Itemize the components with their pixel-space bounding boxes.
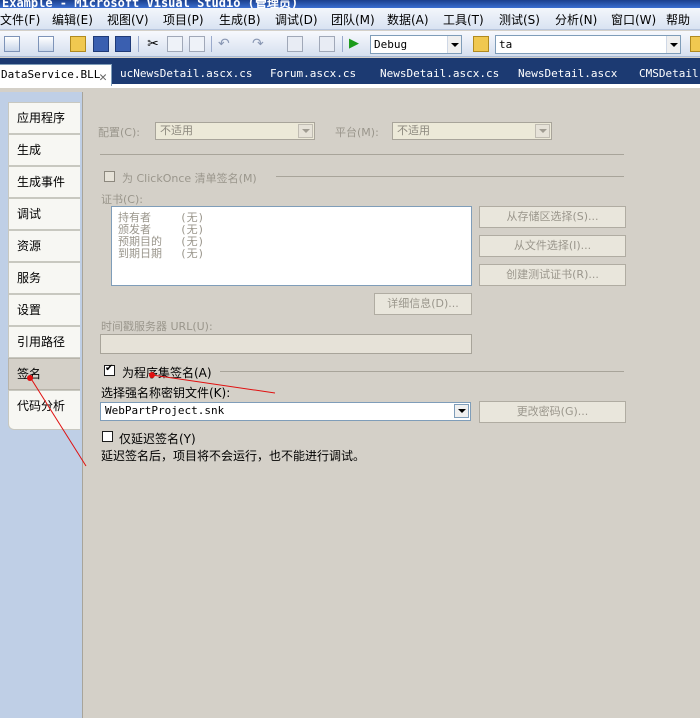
add-item-icon[interactable] [38,36,54,52]
platform-value: 不适用 [397,124,430,137]
doc-tab-forum-ascx-cs[interactable]: Forum.ascx.cs [268,64,356,86]
chevron-down-icon[interactable] [535,124,550,138]
certificate-label: 证书(C): [101,193,143,206]
doc-tab-dataservice-bll[interactable]: DataService.BLL ✕ [0,64,112,86]
side-tab-resources[interactable]: 资源 [8,230,80,262]
menu-edit[interactable]: 编辑(E) [52,11,93,28]
delay-sign-label: 仅延迟签名(Y) [119,432,196,446]
side-tab-services[interactable]: 服务 [8,262,80,294]
menu-analyze[interactable]: 分析(N) [555,11,597,28]
delay-sign-checkbox[interactable] [102,431,113,442]
configuration-select[interactable]: 不适用 [155,122,315,140]
copy-icon[interactable] [167,36,183,52]
undo-icon[interactable]: ↶ [218,36,234,52]
clickonce-sign-label: 为 ClickOnce 清单签名(M) [122,172,257,185]
solution-configuration-select[interactable]: Debug [370,35,462,54]
divider [100,154,624,155]
menu-file[interactable]: 文件(F) [0,11,40,28]
timestamp-server-label: 时间戳服务器 URL(U): [101,320,213,333]
solution-configuration-value: Debug [374,38,408,51]
doc-tab-ucnewsdetail-ascx-cs[interactable]: ucNewsDetail.ascx.cs [118,64,252,86]
chevron-down-icon[interactable] [454,404,469,418]
doc-tab-label: DataService.BLL [1,68,101,81]
toolbar-separator [211,36,212,52]
menu-tools[interactable]: 工具(T) [443,11,484,28]
doc-tab-cmsdetail[interactable]: CMSDetail. [637,64,700,86]
title-bar: Example - Microsoft Visual Studio (管理员) [0,0,700,8]
navigate-backward-icon[interactable] [287,36,303,52]
window-title: Example - Microsoft Visual Studio (管理员) [2,0,299,8]
find-combo-value: ta [499,38,513,51]
menu-help[interactable]: 帮助 [666,11,690,28]
navigate-forward-icon[interactable] [319,36,335,52]
new-project-icon[interactable] [4,36,20,52]
clickonce-sign-checkbox[interactable] [104,171,115,182]
menu-test[interactable]: 测试(S) [499,11,540,28]
delay-sign-note: 延迟签名后，项目将不会运行，也不能进行调试。 [101,449,366,463]
menu-build[interactable]: 生成(B) [219,11,261,28]
platform-label: 平台(M): [335,126,379,139]
toolbar-overflow-icon[interactable] [690,36,700,52]
change-password-button[interactable]: 更改密码(G)... [479,401,626,423]
side-tab-reference-paths[interactable]: 引用路径 [8,326,80,358]
doc-tab-newsdetail-ascx[interactable]: NewsDetail.ascx [516,64,617,86]
side-tab-signing[interactable]: 签名 [8,358,80,390]
side-tab-code-analysis[interactable]: 代码分析 [8,390,80,430]
divider [276,176,624,177]
chevron-down-icon[interactable] [666,36,680,53]
cut-icon[interactable]: ✂ [145,36,161,52]
side-tab-build-events[interactable]: 生成事件 [8,166,80,198]
timestamp-server-input[interactable] [100,334,472,354]
side-tab-build[interactable]: 生成 [8,134,80,166]
certificate-details-box: 持有者 (无) 颁发者 (无) 预期目的 (无) 到期日期 (无) [111,206,472,286]
side-tab-debug[interactable]: 调试 [8,198,80,230]
find-in-files-icon[interactable] [473,36,489,52]
close-icon[interactable]: ✕ [99,68,107,88]
find-combo[interactable]: ta [495,35,681,54]
create-test-certificate-button[interactable]: 创建测试证书(R)... [479,264,626,286]
chevron-down-icon[interactable] [447,36,461,53]
toolbar-separator [342,36,343,52]
redo-icon[interactable]: ↷ [252,36,268,52]
key-file-value: WebPartProject.snk [105,404,225,417]
save-icon[interactable] [93,36,109,52]
menu-bar: 文件(F) 编辑(E) 视图(V) 项目(P) 生成(B) 调试(D) 团队(M… [0,8,700,30]
key-file-select[interactable]: WebPartProject.snk [100,402,471,421]
menu-team[interactable]: 团队(M) [331,11,375,28]
sign-assembly-label: 为程序集签名(A) [122,366,212,380]
menu-project[interactable]: 项目(P) [163,11,204,28]
menu-window[interactable]: 窗口(W) [611,11,656,28]
cert-key-expiration: 到期日期 [118,247,162,260]
doc-tab-newsdetail-ascx-cs[interactable]: NewsDetail.ascx.cs [378,64,499,86]
menu-debug[interactable]: 调试(D) [275,11,318,28]
side-tab-application[interactable]: 应用程序 [8,102,80,134]
configuration-label: 配置(C): [98,126,140,139]
more-details-button[interactable]: 详细信息(D)... [374,293,472,315]
paste-icon[interactable] [189,36,205,52]
signing-page: 配置(C): 不适用 平台(M): 不适用 为 ClickOnce 清单签名(M… [82,92,700,718]
select-from-store-button[interactable]: 从存储区选择(S)... [479,206,626,228]
divider [220,371,624,372]
document-tab-bar: DataService.BLL ✕ ucNewsDetail.ascx.cs F… [0,58,700,88]
menu-view[interactable]: 视图(V) [107,11,149,28]
save-all-icon[interactable] [115,36,131,52]
property-pages-tab-strip: 应用程序 生成 生成事件 调试 资源 服务 设置 引用路径 签名 代码分析 [0,92,82,718]
key-file-label: 选择强名称密钥文件(K): [101,386,231,400]
side-tab-settings[interactable]: 设置 [8,294,80,326]
configuration-value: 不适用 [160,124,193,137]
cert-value-expiration: (无) [180,247,205,260]
select-from-file-button[interactable]: 从文件选择(I)... [479,235,626,257]
open-folder-icon[interactable] [70,36,86,52]
toolbar-separator [138,36,139,52]
platform-select[interactable]: 不适用 [392,122,552,140]
start-debugging-icon[interactable]: ▶ [349,36,365,52]
chevron-down-icon[interactable] [298,124,313,138]
toolbar: ✂ ↶ ↷ ▶ Debug ta [0,31,700,57]
sign-assembly-checkbox[interactable] [104,363,115,376]
menu-data[interactable]: 数据(A) [387,11,429,28]
